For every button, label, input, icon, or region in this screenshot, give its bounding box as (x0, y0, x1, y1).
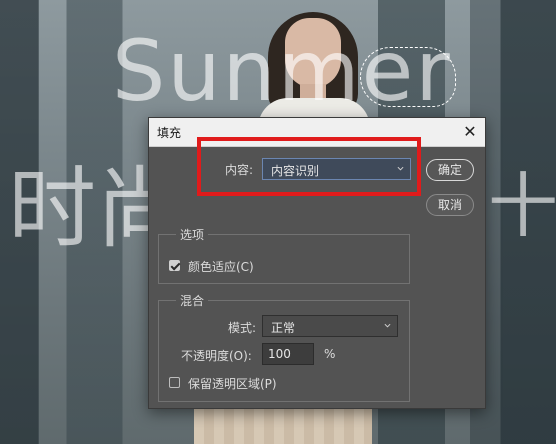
cancel-button[interactable]: 取消 (426, 194, 474, 216)
mode-label: 模式: (228, 321, 257, 335)
dialog-titlebar[interactable]: 填充 ✕ (149, 118, 485, 147)
color-adapt-checkbox[interactable] (169, 260, 180, 271)
person-legs (194, 408, 372, 444)
color-adapt-label[interactable]: 颜色适应(C) (188, 258, 254, 275)
content-select[interactable]: 内容识别 (262, 158, 411, 180)
opacity-input[interactable]: 100 (262, 343, 314, 365)
chevron-down-icon (397, 166, 404, 171)
content-label: 内容: (225, 163, 254, 177)
opacity-label: 不透明度(O): (181, 349, 252, 363)
opacity-unit: % (324, 347, 336, 361)
close-icon[interactable]: ✕ (459, 122, 481, 142)
mode-select-value: 正常 (271, 321, 296, 335)
options-group-title: 选项 (176, 226, 209, 243)
ok-button[interactable]: 确定 (426, 159, 474, 181)
blend-group-title: 混合 (176, 292, 209, 309)
dialog-title: 填充 (157, 126, 182, 140)
preserve-transparency-label[interactable]: 保留透明区域(P) (188, 375, 277, 392)
mode-select[interactable]: 正常 (262, 315, 398, 337)
preserve-transparency-checkbox[interactable] (169, 377, 180, 388)
chevron-down-icon (384, 323, 391, 328)
lasso-selection-marquee[interactable] (360, 47, 456, 107)
subline-text-end: 十 (488, 165, 556, 247)
fill-dialog: 填充 ✕ 内容: 内容识别 确定 取消 选项 颜色适应(C) 混合 模式: 正常… (148, 117, 486, 409)
content-select-value: 内容识别 (271, 164, 320, 178)
